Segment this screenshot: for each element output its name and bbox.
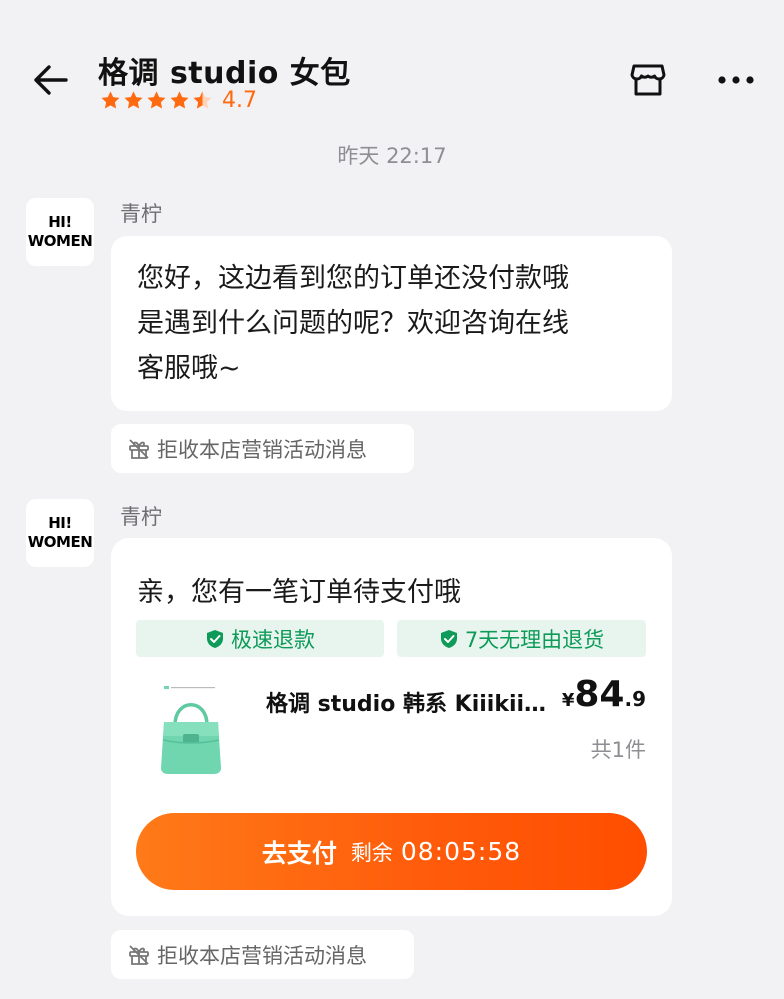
avatar-text-line1: HI!	[48, 514, 72, 532]
star-icon	[170, 91, 189, 109]
star-icon	[147, 91, 166, 109]
payment-countdown: 08:05:58	[400, 837, 522, 866]
sender-name: 青柠	[120, 505, 162, 529]
tag-label: 7天无理由退货	[464, 627, 605, 652]
star-half-icon	[193, 91, 212, 109]
reject-marketing-button[interactable]: 拒收本店营销活动消息	[111, 424, 414, 473]
shop-rating: 4.7	[100, 88, 257, 113]
tag-label: 极速退款	[231, 627, 315, 652]
price-decimal: .9	[624, 687, 646, 711]
gift-icon	[129, 944, 149, 965]
pay-button-label: 去支付	[261, 838, 337, 868]
return-policy-tag: 7天无理由退货	[397, 620, 646, 657]
avatar-text-line2: WOMEN	[27, 232, 93, 250]
store-icon	[630, 64, 666, 96]
product-name[interactable]: 格调 studio 韩系 Kiiikii…	[266, 686, 546, 718]
chat-header: 格调 studio 女包 4.7	[0, 0, 784, 125]
message-timestamp: 昨天 22:17	[337, 144, 447, 168]
rating-value: 4.7	[222, 88, 257, 113]
arrow-left-icon	[34, 65, 68, 95]
fast-refund-tag: 极速退款	[136, 620, 384, 657]
price-currency: ¥	[561, 690, 575, 711]
message-bubble[interactable]: 您好，这边看到您的订单还没付款哦 是遇到什么问题的呢？欢迎咨询在线 客服哦~	[111, 236, 672, 411]
more-dots-icon	[718, 76, 754, 84]
price-integer: 84	[574, 674, 625, 715]
shield-check-icon	[440, 629, 457, 648]
order-card[interactable]: 亲，您有一笔订单待支付哦 极速退款 7天无理由退货 格调 studio 韩系 K…	[111, 538, 672, 916]
shop-avatar[interactable]: HI! WOMEN	[26, 198, 94, 266]
back-button[interactable]	[28, 58, 72, 102]
reject-marketing-label: 拒收本店营销活动消息	[157, 943, 367, 968]
avatar-text-line2: WOMEN	[27, 533, 93, 551]
store-button[interactable]	[626, 58, 670, 102]
shield-check-icon	[207, 629, 223, 648]
gift-icon	[129, 438, 149, 459]
product-image[interactable]	[151, 680, 231, 780]
message-line: 客服哦~	[137, 353, 241, 384]
reject-marketing-label: 拒收本店营销活动消息	[157, 437, 367, 462]
star-icon	[101, 91, 120, 109]
avatar-text-line1: HI!	[48, 213, 72, 231]
more-button[interactable]	[714, 60, 758, 100]
shop-avatar[interactable]: HI! WOMEN	[26, 499, 94, 567]
message-line: 您好，这边看到您的订单还没付款哦	[137, 263, 569, 294]
remaining-label: 剩余	[350, 840, 393, 865]
pay-button[interactable]: 去支付 剩余 08:05:58	[136, 813, 647, 890]
product-price: ¥84.9	[562, 674, 646, 715]
message-line: 是遇到什么问题的呢？欢迎咨询在线	[137, 308, 569, 339]
green-handbag-image	[161, 686, 221, 774]
shop-title[interactable]: 格调 studio 女包	[98, 48, 351, 92]
reject-marketing-button[interactable]: 拒收本店营销活动消息	[111, 930, 414, 979]
item-quantity: 共1件	[590, 738, 646, 762]
order-card-title: 亲，您有一笔订单待支付哦	[137, 577, 461, 608]
sender-name: 青柠	[120, 202, 162, 226]
star-icon	[124, 91, 143, 109]
